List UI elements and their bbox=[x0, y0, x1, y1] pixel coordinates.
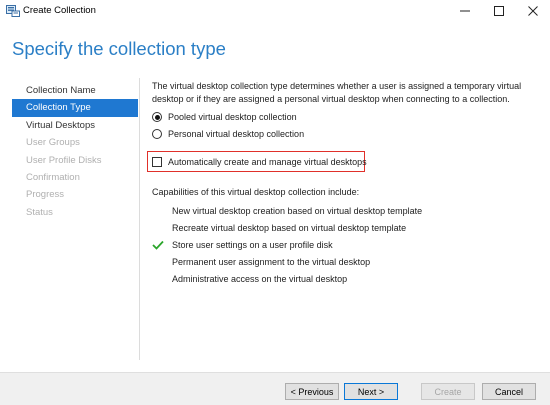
nav-item-confirmation: Confirmation bbox=[26, 171, 80, 183]
page-title: Specify the collection type bbox=[12, 38, 226, 59]
nav-divider bbox=[139, 78, 140, 360]
capability-label: Recreate virtual desktop based on virtua… bbox=[172, 223, 407, 233]
minimize-button[interactable] bbox=[448, 0, 482, 22]
personal-radio[interactable] bbox=[152, 129, 162, 139]
pooled-radio-label[interactable]: Pooled virtual desktop collection bbox=[168, 112, 297, 122]
capability-label: Administrative access on the virtual des… bbox=[172, 274, 348, 284]
create-button: Create bbox=[421, 383, 475, 400]
pooled-radio-option[interactable]: Pooled virtual desktop collection bbox=[152, 112, 297, 122]
auto-create-checkbox-option[interactable]: Automatically create and manage virtual … bbox=[152, 157, 367, 167]
radio-selected-dot bbox=[154, 114, 160, 120]
capability-item: Administrative access on the virtual des… bbox=[152, 272, 347, 286]
minimize-icon bbox=[460, 10, 470, 12]
pooled-radio[interactable] bbox=[152, 112, 162, 122]
personal-radio-label[interactable]: Personal virtual desktop collection bbox=[168, 129, 304, 139]
maximize-button[interactable] bbox=[482, 0, 516, 22]
nav-item-progress: Progress bbox=[26, 189, 65, 201]
previous-button[interactable]: < Previous bbox=[285, 383, 339, 400]
collection-type-description: The virtual desktop collection type dete… bbox=[152, 81, 522, 104]
capability-item: Permanent user assignment to the virtual… bbox=[152, 255, 370, 269]
close-button[interactable] bbox=[516, 0, 550, 22]
next-button[interactable]: Next > bbox=[344, 383, 398, 400]
nav-item-collection-type[interactable]: Collection Type bbox=[12, 99, 138, 117]
capability-item: Recreate virtual desktop based on virtua… bbox=[152, 221, 406, 235]
window-title: Create Collection bbox=[23, 5, 96, 16]
nav-item-user-groups: User Groups bbox=[26, 137, 80, 149]
nav-item-collection-name[interactable]: Collection Name bbox=[12, 82, 138, 99]
close-icon bbox=[528, 6, 538, 16]
capability-label: New virtual desktop creation based on vi… bbox=[172, 206, 423, 216]
cancel-button[interactable]: Cancel bbox=[482, 383, 536, 400]
nav-item-virtual-desktops[interactable]: Virtual Desktops bbox=[12, 117, 138, 134]
capability-item: New virtual desktop creation based on vi… bbox=[152, 204, 422, 218]
wizard-footer: < Previous Next > Create Cancel bbox=[0, 372, 550, 405]
checkmark-icon bbox=[152, 240, 164, 250]
nav-item-user-profile-disks: User Profile Disks bbox=[26, 154, 102, 166]
auto-create-checkbox[interactable] bbox=[152, 157, 162, 167]
capability-label: Store user settings on a user profile di… bbox=[172, 240, 333, 250]
capability-item: Store user settings on a user profile di… bbox=[152, 238, 333, 252]
title-bar: Create Collection bbox=[0, 0, 550, 22]
capability-label: Permanent user assignment to the virtual… bbox=[172, 257, 371, 267]
server-manager-icon bbox=[6, 5, 20, 17]
wizard-nav: Collection Name Collection Type Virtual … bbox=[12, 82, 138, 221]
auto-create-checkbox-label[interactable]: Automatically create and manage virtual … bbox=[168, 157, 367, 167]
capabilities-title: Capabilities of this virtual desktop col… bbox=[152, 187, 360, 197]
main-content: The virtual desktop collection type dete… bbox=[147, 80, 537, 284]
nav-item-status: Status bbox=[26, 206, 53, 218]
personal-radio-option[interactable]: Personal virtual desktop collection bbox=[152, 129, 304, 139]
maximize-icon bbox=[494, 6, 504, 16]
